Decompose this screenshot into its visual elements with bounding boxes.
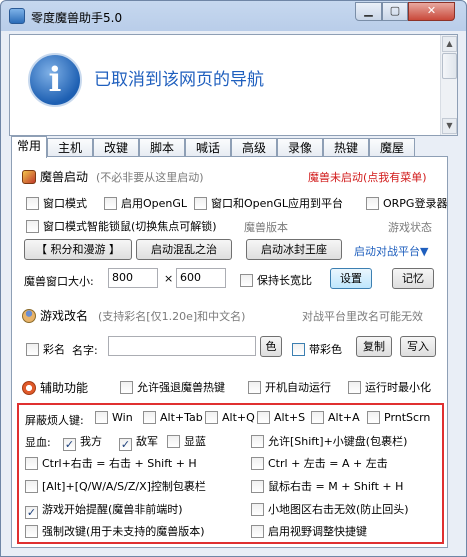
launch-tft-button[interactable]: 启动冰封王座 [246,239,342,260]
write-button[interactable]: 写入 [400,336,436,357]
shift-numpad-checkbox[interactable]: 允许[Shift]+小键盘(包裹栏) [251,433,407,449]
assist-heading: 辅助功能 [22,379,88,396]
times-sign: × [164,272,174,285]
with-color-checkbox[interactable]: 带彩色 [292,341,342,357]
rename-hint: (支持彩名[仅1.20e]和中文名) [98,310,246,323]
autostart-checkbox[interactable]: 开机自动运行 [248,379,331,395]
smart-mouse-lock-checkbox[interactable]: 窗口模式智能锁鼠(切换焦点可解锁) [26,218,217,234]
scroll-up-icon[interactable]: ▲ [442,36,457,52]
view-hotkey-checkbox[interactable]: 启用视野调整快捷键 [251,523,367,539]
version-label: 魔兽版本 [244,221,288,234]
tab-host[interactable]: 主机 [47,138,93,157]
window-size-label: 魔兽窗口大小: [24,275,94,288]
window-width-input[interactable]: 800 [108,268,158,288]
block-alt-q-checkbox[interactable]: Alt+Q [205,411,255,424]
opengl-checkbox[interactable]: 启用OpenGL [104,195,187,211]
show-hp-self-checkbox[interactable]: ✓ 我方 [63,433,102,451]
set-button[interactable]: 设置 [330,268,372,289]
rename-note: 对战平台里改名可能无效 [302,310,423,323]
block-alt-s-checkbox[interactable]: Alt+S [257,411,305,424]
alt-inventory-checkbox[interactable]: [Alt]+[Q/W/A/S/Z/X]控制包裹栏 [25,478,206,494]
rename-heading: 游戏改名 [22,307,88,324]
tab-hotkey[interactable]: 热键 [323,138,369,157]
window-height-input[interactable]: 600 [176,268,226,288]
minimize-button[interactable]: ▁ [355,2,382,21]
tab-keychange[interactable]: 改键 [93,138,139,157]
block-prntscrn-checkbox[interactable]: PrntScrn [367,411,430,424]
mouse-right-click-checkbox[interactable]: 鼠标右击 = M + Shift + H [251,478,403,494]
show-hp-enemy-checkbox[interactable]: ✓ 敌军 [119,433,158,451]
navigation-cancelled-message: 已取消到该网页的导航 [94,70,264,90]
copy-button[interactable]: 复制 [356,336,392,357]
warcraft-icon [22,170,36,184]
tab-common[interactable]: 常用 [11,136,47,158]
launch-heading: 魔兽启动 [22,168,88,185]
minimap-right-click-checkbox[interactable]: 小地图区右击无效(防止回头) [251,501,409,517]
scroll-down-icon[interactable]: ▼ [442,118,457,134]
block-alt-tab-checkbox[interactable]: Alt+Tab [143,411,203,424]
tab-shout[interactable]: 喊话 [185,138,231,157]
window-title: 零度魔兽助手5.0 [31,11,123,25]
block-alt-a-checkbox[interactable]: Alt+A [311,411,360,424]
launch-status-link[interactable]: 魔兽未启动(点我有菜单) [308,169,427,185]
close-button[interactable]: ✕ [408,2,455,21]
main-window: 零度魔兽助手5.0 ▁ ▢ ✕ i 已取消到该网页的导航 ▲ ▼ 常用 主机 改… [0,0,467,557]
minimize-on-run-checkbox[interactable]: 运行时最小化 [348,379,431,395]
launch-roc-button[interactable]: 启动混乱之治 [136,239,232,260]
ctrl-right-click-checkbox[interactable]: Ctrl+右击 = 右击 + Shift + H [25,455,197,471]
game-start-alert-checkbox[interactable]: ✓ 游戏开始提醒(魔兽非前端时) [25,501,183,519]
name-input[interactable] [108,336,256,356]
name-label: 名字: [72,344,98,357]
color-button[interactable]: 色 [260,336,282,357]
info-icon: i [28,53,82,107]
game-state-label: 游戏状态 [388,221,432,234]
allow-force-exit-checkbox[interactable]: 允许强退魔兽热键 [120,379,225,395]
launch-hint: (不必非要从这里启动) [96,171,204,184]
window-opengl-platform-checkbox[interactable]: 窗口和OpenGL应用到平台 [194,195,343,211]
person-icon [22,309,36,323]
tab-script[interactable]: 脚本 [139,138,185,157]
orpg-checkbox[interactable]: ORPG登录器 [366,195,447,211]
tab-replay[interactable]: 录像 [277,138,323,157]
force-keychange-checkbox[interactable]: 强制改键(用于未支持的魔兽版本) [25,523,205,539]
hotkey-options-frame: 屏蔽烦人键: Win Alt+Tab Alt+Q Alt+S Alt+A Prn… [17,403,444,544]
maximize-button[interactable]: ▢ [382,2,408,21]
scroll-thumb[interactable] [442,53,457,79]
ctrl-left-click-checkbox[interactable]: Ctrl + 左击 = A + 左击 [251,455,388,471]
lifebuoy-icon [22,381,36,395]
show-mana-checkbox[interactable]: 显蓝 [167,433,206,449]
remember-button[interactable]: 记忆 [392,268,434,289]
launch-platform-link[interactable]: 启动对战平台▼ [354,243,428,259]
show-hp-label: 显血: [25,436,51,449]
app-icon [9,8,25,24]
browser-scrollbar[interactable]: ▲ ▼ [440,35,457,135]
points-roaming-button[interactable]: 【 积分和漫游 】 [24,239,132,260]
keep-aspect-checkbox[interactable]: 保持长宽比 [240,272,312,288]
embedded-browser: i 已取消到该网页的导航 ▲ ▼ [9,34,458,136]
tab-magic-house[interactable]: 魔屋 [369,138,415,157]
title-bar[interactable]: 零度魔兽助手5.0 ▁ ▢ ✕ [1,1,466,31]
block-win-checkbox[interactable]: Win [95,411,133,424]
block-keys-label: 屏蔽烦人键: [25,414,84,427]
window-mode-checkbox[interactable]: 窗口模式 [26,195,87,211]
tab-advanced[interactable]: 高级 [231,138,277,157]
common-tab-panel: 魔兽启动 (不必非要从这里启动) 魔兽未启动(点我有菜单) 窗口模式 启用Ope… [11,156,448,548]
color-name-checkbox[interactable]: 彩名 [26,341,65,357]
